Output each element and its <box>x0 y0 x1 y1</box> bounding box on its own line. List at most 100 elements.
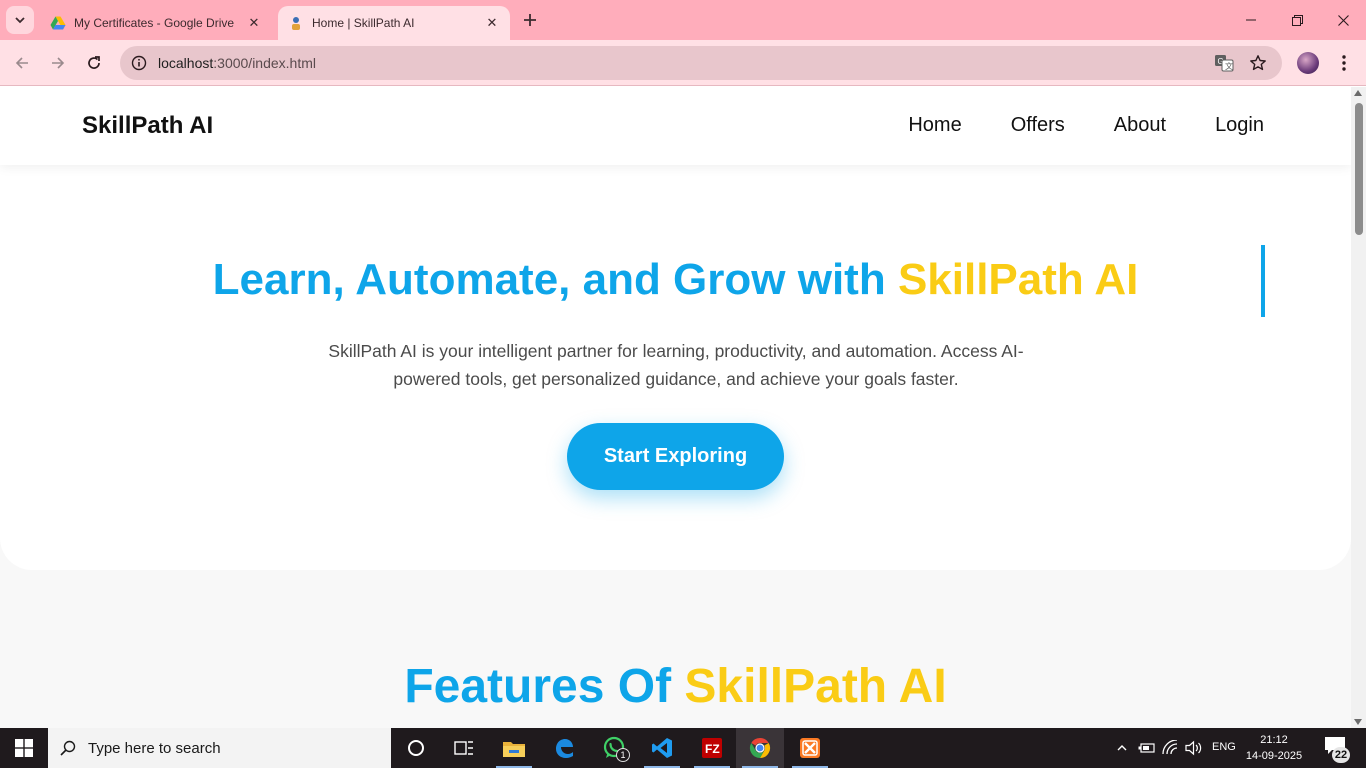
svg-text:FZ: FZ <box>705 742 720 756</box>
typing-caret <box>1261 245 1265 317</box>
browser-menu-button[interactable] <box>1332 51 1356 75</box>
taskbar-file-explorer[interactable] <box>490 728 538 768</box>
reload-icon <box>88 56 100 69</box>
notification-center-button[interactable]: 22 <box>1318 734 1358 763</box>
start-button[interactable] <box>0 728 48 768</box>
tab-skillpath[interactable]: Home | SkillPath AI ✕ <box>278 6 510 40</box>
arrow-left-icon <box>15 57 28 69</box>
url-path: :3000/index.html <box>213 55 316 71</box>
search-icon <box>48 728 88 768</box>
bookmark-button[interactable] <box>1246 51 1270 75</box>
scroll-thumb[interactable] <box>1355 103 1363 235</box>
page-scrollbar[interactable] <box>1351 87 1366 728</box>
site-info-button[interactable] <box>122 46 156 80</box>
scroll-up-arrow[interactable] <box>1354 90 1362 96</box>
minimize-button[interactable] <box>1228 0 1274 40</box>
taskbar-search-box[interactable]: Type here to search <box>48 728 391 768</box>
nav-link-login[interactable]: Login <box>1215 114 1264 137</box>
star-icon <box>1250 55 1266 71</box>
nav-links: Home Offers About Login <box>908 114 1264 137</box>
close-window-button[interactable] <box>1320 0 1366 40</box>
back-button[interactable] <box>8 49 36 77</box>
task-view-button[interactable] <box>440 728 488 768</box>
hero-title-main: Learn, Automate, and Grow with <box>212 255 898 304</box>
page-viewport: SkillPath AI Home Offers About Login Lea… <box>0 87 1351 728</box>
site-logo[interactable]: SkillPath AI <box>82 112 213 140</box>
filezilla-icon: FZ <box>702 738 722 758</box>
cortana-icon <box>408 740 424 756</box>
close-icon[interactable]: ✕ <box>246 15 262 31</box>
tray-overflow-button[interactable] <box>1112 738 1132 758</box>
battery-icon <box>1138 743 1155 753</box>
cortana-button[interactable] <box>392 728 440 768</box>
wifi-button[interactable] <box>1161 738 1181 758</box>
taskbar-clock[interactable]: 21:12 14-09-2025 <box>1240 732 1308 764</box>
start-exploring-button[interactable]: Start Exploring <box>567 423 784 490</box>
chrome-icon <box>749 737 771 759</box>
windows-logo-icon <box>15 739 33 757</box>
new-tab-button[interactable] <box>518 8 542 32</box>
file-explorer-icon <box>503 742 525 757</box>
profile-avatar[interactable] <box>1297 52 1319 74</box>
close-icon[interactable]: ✕ <box>484 15 500 31</box>
battery-button[interactable] <box>1137 738 1157 758</box>
taskbar-whatsapp[interactable]: 1 <box>590 728 638 768</box>
nav-link-about[interactable]: About <box>1114 114 1166 137</box>
taskbar-vscode[interactable] <box>638 728 686 768</box>
minimize-icon <box>1246 19 1256 21</box>
svg-text:文: 文 <box>1225 61 1233 71</box>
task-view-icon <box>454 741 473 755</box>
address-bar[interactable]: localhost:3000/index.html G文 <box>120 46 1282 80</box>
tab-search-button[interactable] <box>6 6 34 34</box>
translate-button[interactable]: G文 <box>1212 51 1236 75</box>
taskbar-xampp[interactable] <box>786 728 834 768</box>
translate-icon: G文 <box>1215 55 1234 72</box>
url-text: localhost:3000/index.html <box>158 55 316 71</box>
features-heading: Features Of SkillPath AI <box>0 659 1351 714</box>
hero-title: Learn, Automate, and Grow with SkillPath… <box>0 253 1351 307</box>
url-host: localhost <box>158 55 214 71</box>
nav-link-home[interactable]: Home <box>908 114 961 137</box>
hero-description: SkillPath AI is your intelligent partner… <box>328 341 1024 389</box>
whatsapp-badge: 1 <box>616 748 630 762</box>
more-vertical-icon <box>1342 55 1346 71</box>
tab-google-drive[interactable]: My Certificates - Google Drive ✕ <box>40 6 272 40</box>
taskbar-filezilla[interactable]: FZ <box>688 728 736 768</box>
reload-button[interactable] <box>80 49 108 77</box>
wifi-icon <box>1162 740 1178 755</box>
plus-icon <box>524 14 536 26</box>
clock-date: 14-09-2025 <box>1245 750 1303 762</box>
features-title-accent: SkillPath AI <box>684 660 947 713</box>
xampp-icon <box>800 738 820 758</box>
chevron-down-icon <box>15 17 25 24</box>
site-navbar: SkillPath AI Home Offers About Login <box>0 87 1351 165</box>
search-placeholder: Type here to search <box>88 739 221 757</box>
restore-icon <box>1291 14 1303 26</box>
volume-button[interactable] <box>1184 738 1204 758</box>
tab-title: My Certificates - Google Drive <box>74 16 235 30</box>
close-icon <box>1337 14 1349 26</box>
taskbar-edge[interactable] <box>540 728 588 768</box>
forward-button[interactable] <box>44 49 72 77</box>
restore-button[interactable] <box>1274 0 1320 40</box>
hero-title-accent: SkillPath AI <box>897 255 1139 304</box>
windows-taskbar: Type here to search 1 FZ ENG 21:12 14-09… <box>0 728 1366 768</box>
features-title-main: Features Of <box>404 660 685 713</box>
nav-link-offers[interactable]: Offers <box>1011 114 1065 137</box>
scroll-down-arrow[interactable] <box>1354 719 1362 725</box>
tab-strip: My Certificates - Google Drive ✕ Home | … <box>0 0 1366 40</box>
arrow-right-icon <box>52 57 65 69</box>
browser-toolbar: localhost:3000/index.html G文 <box>0 40 1366 86</box>
notification-count: 22 <box>1332 747 1350 763</box>
volume-icon <box>1185 740 1202 756</box>
chevron-up-icon <box>1117 745 1127 751</box>
taskbar-chrome[interactable] <box>736 728 784 768</box>
edge-icon <box>556 739 573 758</box>
google-drive-icon <box>50 16 66 30</box>
language-indicator[interactable]: ENG <box>1212 741 1236 753</box>
tab-title: Home | SkillPath AI <box>312 16 415 30</box>
skillpath-icon <box>292 17 300 30</box>
info-icon <box>131 55 147 71</box>
vscode-icon <box>652 738 672 758</box>
hero-section: Learn, Automate, and Grow with SkillPath… <box>0 165 1351 570</box>
